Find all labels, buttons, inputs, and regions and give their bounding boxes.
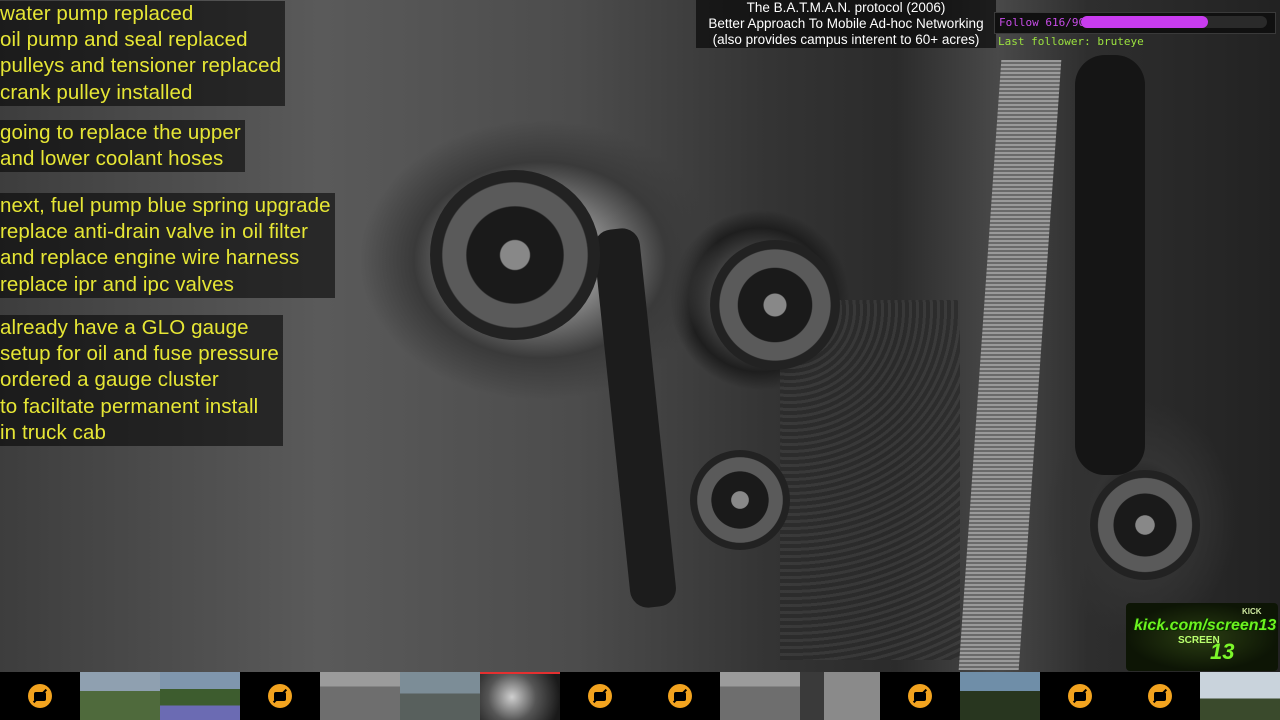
camera-thumbnail[interactable] <box>800 672 880 720</box>
follow-goal-widget: Follow 616/900 <box>994 12 1276 34</box>
radiator <box>958 60 1062 670</box>
radiator-hose <box>1075 55 1145 475</box>
pulley-upper <box>710 240 840 370</box>
note-line: crank pulley installed <box>0 80 193 104</box>
camera-off-icon <box>28 684 52 708</box>
follow-goal-progress <box>1081 16 1208 28</box>
camera-thumbnail[interactable] <box>320 672 400 720</box>
notes-coolant: going to replace the upper and lower coo… <box>0 120 245 173</box>
note-line: setup for oil and fuse pressure <box>0 342 279 366</box>
camera-thumbnail-offline[interactable] <box>1120 672 1200 720</box>
note-line: and lower coolant hoses <box>0 147 224 171</box>
follow-goal-label: Follow 616/900 <box>999 16 1092 29</box>
note-line: in truck cab <box>0 420 107 444</box>
protocol-title: The B.A.T.M.A.N. protocol (2006) <box>746 0 946 15</box>
camera-thumbnail-offline[interactable] <box>0 672 80 720</box>
fan-hub <box>1090 470 1200 580</box>
camera-thumbnail[interactable] <box>400 672 480 720</box>
notes-next: next, fuel pump blue spring upgrade repl… <box>0 193 335 298</box>
camera-off-icon <box>1148 684 1172 708</box>
camera-off-icon <box>588 684 612 708</box>
note-line: already have a GLO gauge <box>0 316 249 339</box>
camera-thumbnail-offline[interactable] <box>240 672 320 720</box>
camera-off-icon <box>908 684 932 708</box>
kick-brand: KICK <box>1242 607 1262 616</box>
note-line: and replace engine wire harness <box>0 246 300 270</box>
camera-thumbnail[interactable] <box>480 672 560 720</box>
serpentine-belt <box>592 226 678 610</box>
protocol-info: The B.A.T.M.A.N. protocol (2006) Better … <box>696 0 996 48</box>
note-line: water pump replaced <box>0 2 194 25</box>
camera-off-icon <box>268 684 292 708</box>
pulley-alternator <box>430 170 600 340</box>
camera-thumbnail[interactable] <box>80 672 160 720</box>
camera-off-icon <box>1068 684 1092 708</box>
kick-channel-logo: KICK kick.com/screen13 SCREEN 13 <box>1126 603 1278 671</box>
note-line: going to replace the upper <box>0 121 241 144</box>
pulley-lower <box>690 450 790 550</box>
camera-thumbnail-offline[interactable] <box>560 672 640 720</box>
note-line: replace ipr and ipc valves <box>0 272 234 296</box>
note-line: ordered a gauge cluster <box>0 368 219 392</box>
note-line: pulleys and tensioner replaced <box>0 54 282 78</box>
note-line: to faciltate permanent install <box>0 394 259 418</box>
note-line: oil pump and seal replaced <box>0 28 248 52</box>
kick-url: kick.com/screen13 <box>1134 617 1277 634</box>
notes-completed: water pump replaced oil pump and seal re… <box>0 1 286 106</box>
last-follower: Last follower: bruteye <box>998 35 1144 48</box>
camera-off-icon <box>668 684 692 708</box>
protocol-note: (also provides campus interent to 60+ ac… <box>712 32 980 47</box>
notes-gauge: already have a GLO gauge setup for oil a… <box>0 315 283 447</box>
note-line: next, fuel pump blue spring upgrade <box>0 194 331 217</box>
camera-thumbnail[interactable] <box>960 672 1040 720</box>
kick-number: 13 <box>1210 639 1235 664</box>
camera-thumbnail-strip <box>0 672 1280 720</box>
camera-thumbnail[interactable] <box>1200 672 1280 720</box>
note-line: replace anti-drain valve in oil filter <box>0 220 309 244</box>
camera-thumbnail[interactable] <box>720 672 800 720</box>
camera-thumbnail-offline[interactable] <box>640 672 720 720</box>
camera-thumbnail-offline[interactable] <box>1040 672 1120 720</box>
protocol-expansion: Better Approach To Mobile Ad-hoc Network… <box>708 16 984 31</box>
camera-thumbnail[interactable] <box>160 672 240 720</box>
camera-thumbnail-offline[interactable] <box>880 672 960 720</box>
